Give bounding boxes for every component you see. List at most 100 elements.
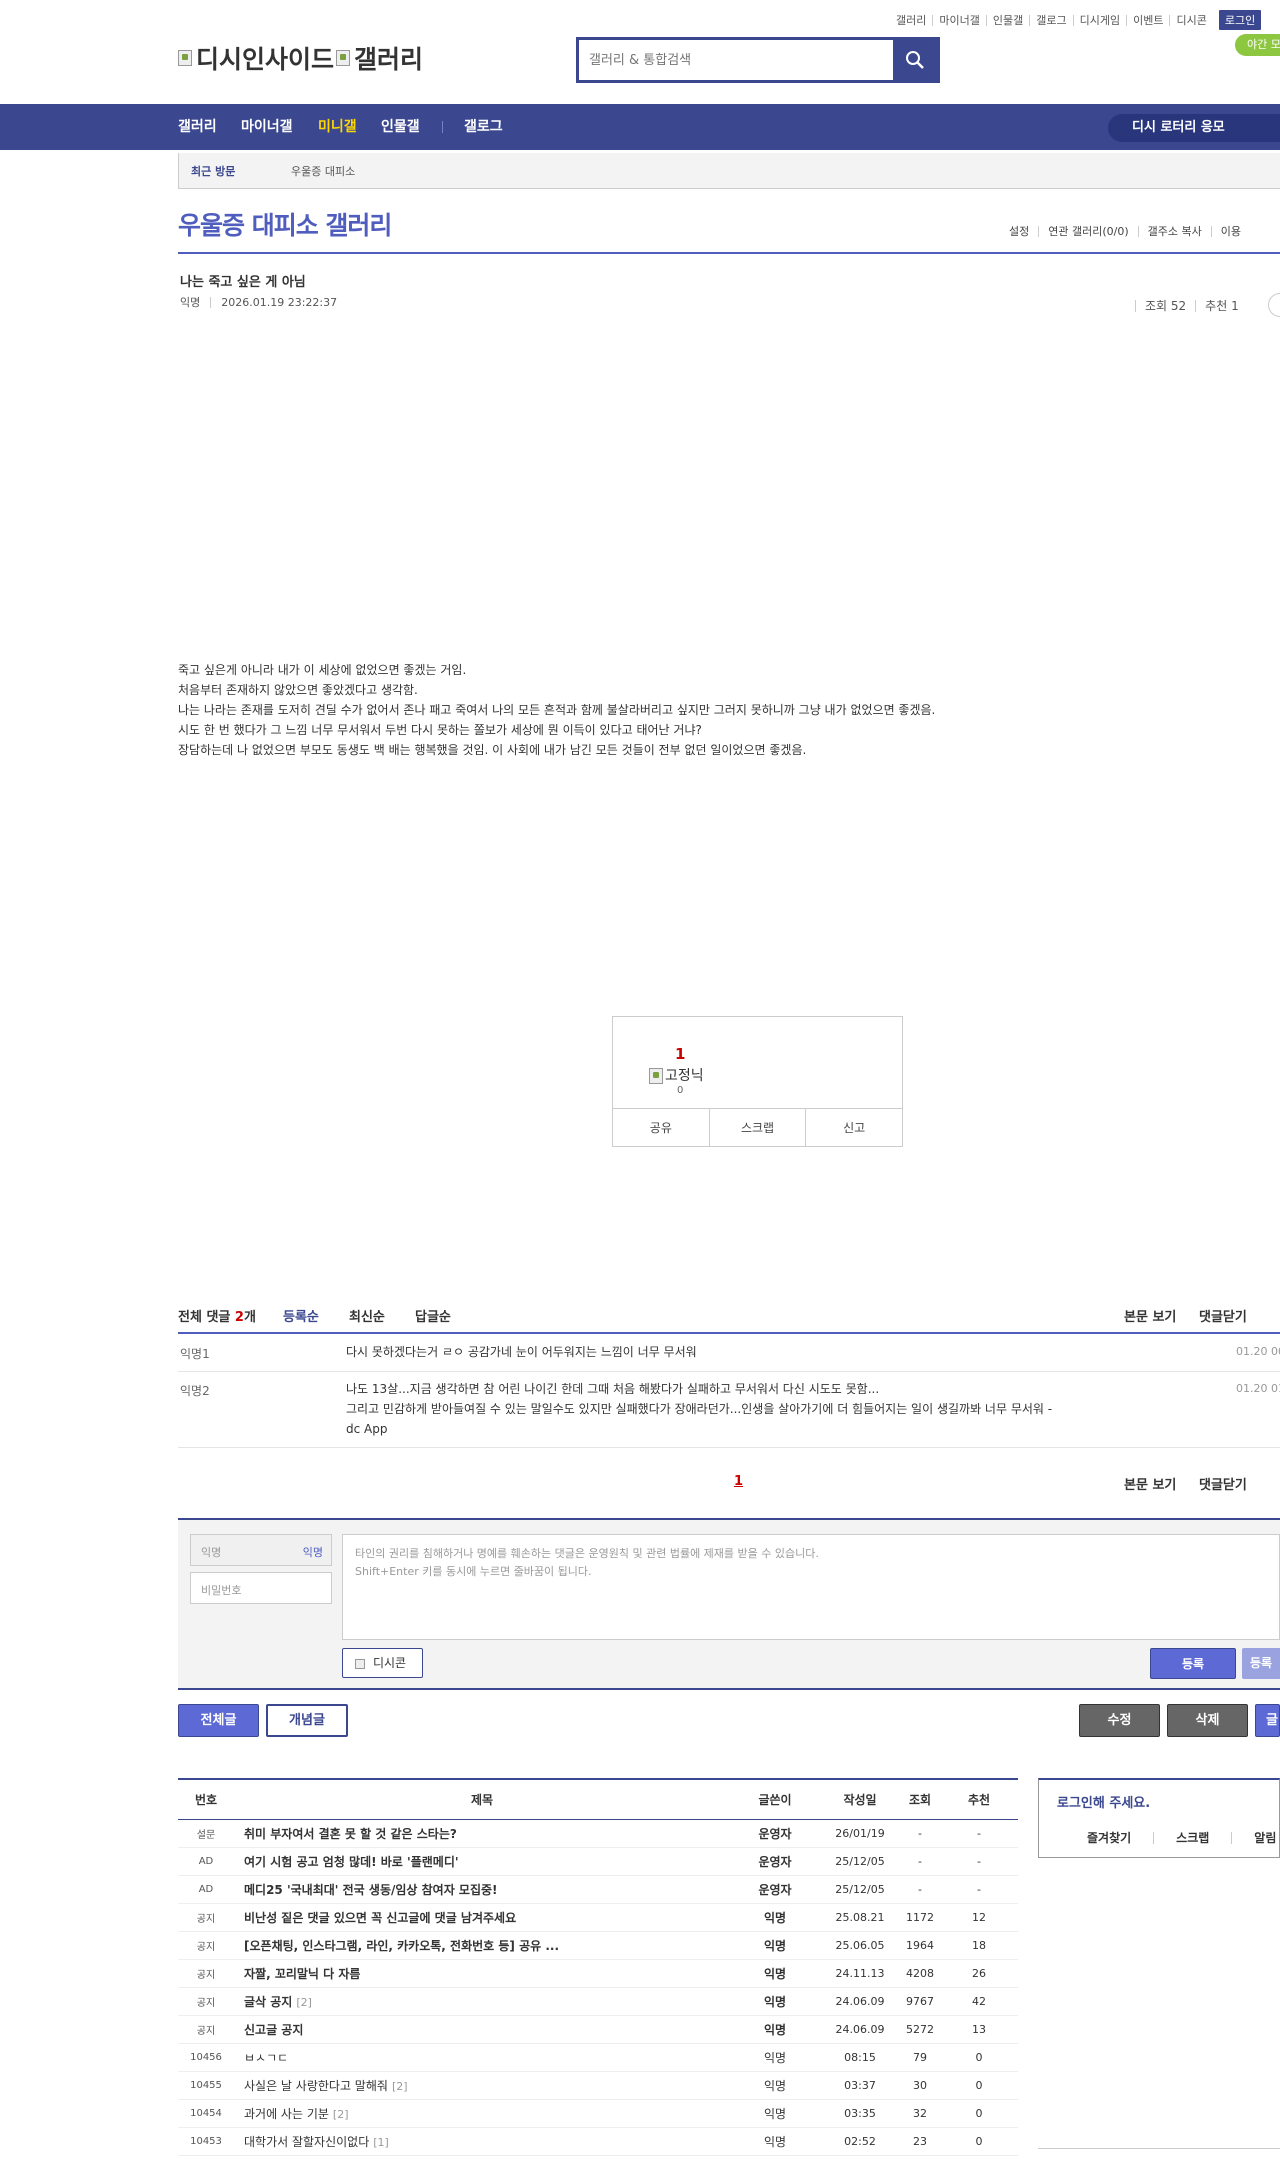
post-title-cell[interactable]: 메디25 '국내최대' 전국 생동/임상 참여자 모집중! (234, 1875, 730, 1904)
comment-textarea[interactable]: 타인의 권리를 침해하거나 명예를 훼손하는 댓글은 운영원칙 및 관련 법률에… (342, 1534, 1280, 1640)
favorites-link[interactable]: 즐겨찾기 (1087, 1832, 1153, 1844)
table-row[interactable]: 공지 신고글 공지 익명 24.06.09 5272 13 (178, 2015, 1018, 2044)
login-button[interactable]: 로그인 (1218, 10, 1262, 30)
sort-registered[interactable]: 등록순 (283, 1306, 319, 1325)
post-writer-cell[interactable]: 운영자 (730, 1875, 820, 1904)
share-button[interactable]: 공유 (613, 1109, 709, 1146)
related-gallery-link[interactable]: 연관 갤러리(0/0) (1038, 226, 1137, 237)
fixed-nick-recommend-button[interactable]: 고정닉 (649, 1065, 704, 1085)
night-mode-toggle[interactable]: 야간 모 (1235, 34, 1280, 56)
post-title-text[interactable]: 취미 부자여서 결혼 못 할 것 같은 스타는? (244, 1827, 457, 1841)
post-writer-cell[interactable]: 익명 (730, 1959, 820, 1988)
notifications-link[interactable]: 알림 (1231, 1832, 1280, 1844)
password-input[interactable]: 비밀번호 (190, 1572, 332, 1604)
nav-person-gallery[interactable]: 인물갤 (381, 104, 420, 150)
post-title-text[interactable]: 신고글 공지 (244, 2023, 303, 2037)
post-title-cell[interactable]: 자짤, 꼬리말닉 다 자름 (234, 1959, 730, 1988)
table-row[interactable]: 설문 취미 부자여서 결혼 못 할 것 같은 스타는? 운영자 26/01/19- - (178, 1819, 1018, 1848)
nav-minor-gallery[interactable]: 마이너갤 (241, 104, 293, 150)
close-comments-button[interactable]: 댓글닫기 (1199, 1474, 1247, 1493)
scrap-link[interactable]: 스크랩 (1153, 1832, 1231, 1844)
util-link-event[interactable]: 이벤트 (1126, 14, 1169, 26)
report-button[interactable]: 신고 (805, 1109, 902, 1146)
nav-gallog[interactable]: 갤로그 (464, 104, 503, 150)
comment-nick[interactable]: 익명1 (180, 1345, 210, 1362)
post-title-text[interactable]: 과거에 사는 기분 (244, 2107, 329, 2121)
table-row[interactable]: 공지 [오픈채팅, 인스타그램, 라인, 카카오톡, 전화번호 등] 공유 ...… (178, 1931, 1018, 1960)
table-row[interactable]: AD 여기 시험 공고 엄청 많데! 바로 '플랜메디' 운영자 25/12/05- - (178, 1847, 1018, 1876)
table-row[interactable]: 공지 자짤, 꼬리말닉 다 자름 익명 24.11.13 4208 26 (178, 1959, 1018, 1988)
post-writer-cell[interactable]: 익명 (730, 1987, 820, 2016)
recent-visit-label[interactable]: 최근 방문 (191, 163, 235, 179)
submit-comment-alt-button[interactable]: 등록 (1242, 1648, 1280, 1679)
sort-latest[interactable]: 최신순 (349, 1306, 385, 1325)
write-button[interactable]: 글 (1255, 1704, 1280, 1737)
post-title-text[interactable]: 글삭 공지 (244, 1995, 292, 2009)
post-writer-cell[interactable]: 익명 (730, 2099, 820, 2128)
post-title-text[interactable]: 여기 시험 공고 엄청 많데! 바로 '플랜메디' (244, 1855, 459, 1869)
post-title-cell[interactable]: 취미 부자여서 결혼 못 할 것 같은 스타는? (234, 1819, 730, 1848)
search-input[interactable] (589, 50, 889, 70)
copy-gallery-url-link[interactable]: 갤주소 복사 (1137, 226, 1211, 237)
post-title-cell[interactable]: 대학가서 잘할자신이없다 [1] (234, 2127, 730, 2156)
post-title-cell[interactable]: ㅂㅅㄱㄷ (234, 2043, 730, 2072)
post-writer-cell[interactable]: 운영자 (730, 1819, 820, 1848)
gallery-title[interactable]: 우울증 대피소 갤러리 (178, 206, 392, 242)
table-row[interactable]: 10454 과거에 사는 기분 [2] 익명 03:35 32 0 (178, 2099, 1018, 2128)
util-link-dccon[interactable]: 디시콘 (1169, 14, 1212, 26)
post-title-text[interactable]: 사실은 날 사랑한다고 말해줘 (244, 2079, 388, 2093)
table-row[interactable]: 공지 글삭 공지 [2] 익명 24.06.09 9767 42 (178, 1987, 1018, 2016)
sort-replies[interactable]: 답글순 (415, 1306, 451, 1325)
post-writer-cell[interactable]: 익명 (730, 2043, 820, 2072)
login-prompt[interactable]: 로그인해 주세요. (1057, 1792, 1150, 1811)
site-logo[interactable]: 디시인사이드 갤러리 (178, 40, 423, 76)
edit-button[interactable]: 수정 (1079, 1704, 1160, 1737)
nickname-input[interactable]: 익명 익명 (190, 1534, 332, 1566)
table-row[interactable]: 공지 비난성 짙은 댓글 있으면 꼭 신고글에 댓글 남겨주세요 익명 25.08.2… (178, 1903, 1018, 1932)
post-title-cell[interactable]: [오픈채팅, 인스타그램, 라인, 카카오톡, 전화번호 등] 공유 ... (234, 1931, 730, 1960)
reply-count[interactable]: [2] (392, 2080, 408, 2093)
view-body-button[interactable]: 본문 보기 (1124, 1306, 1176, 1325)
post-title-text[interactable]: 대학가서 잘할자신이없다 (244, 2135, 369, 2149)
post-title-cell[interactable]: 비난성 짙은 댓글 있으면 꼭 신고글에 댓글 남겨주세요 (234, 1903, 730, 1932)
gallery-settings-link[interactable]: 설정 (1000, 226, 1038, 237)
comment-page-1[interactable]: 1 (734, 1474, 743, 1489)
usage-link[interactable]: 이용 (1210, 226, 1250, 237)
comment-nick[interactable]: 익명2 (180, 1382, 210, 1399)
post-writer-cell[interactable]: 익명 (730, 1931, 820, 1960)
delete-button[interactable]: 삭제 (1167, 1704, 1248, 1737)
dccon-button[interactable]: 디시콘 (342, 1648, 423, 1678)
util-link-gallery[interactable]: 갤러리 (890, 15, 932, 26)
post-title-cell[interactable]: 과거에 사는 기분 [2] (234, 2099, 730, 2128)
view-body-button[interactable]: 본문 보기 (1124, 1474, 1176, 1493)
post-title-text[interactable]: ㅂㅅㄱㄷ (244, 2051, 288, 2065)
nav-gallery[interactable]: 갤러리 (178, 104, 217, 150)
reply-count[interactable]: [2] (333, 2108, 349, 2121)
nav-mini-gallery[interactable]: 미니갤 (318, 104, 357, 150)
table-row[interactable]: 10453 대학가서 잘할자신이없다 [1] 익명 02:52 23 0 (178, 2127, 1018, 2156)
post-title-cell[interactable]: 여기 시험 공고 엄청 많데! 바로 '플랜메디' (234, 1847, 730, 1876)
reply-count[interactable]: [1] (373, 2136, 389, 2149)
more-options-icon[interactable] (1268, 293, 1280, 317)
submit-comment-button[interactable]: 등록 (1150, 1648, 1236, 1679)
util-link-game[interactable]: 디시게임 (1072, 14, 1126, 26)
all-posts-button[interactable]: 전체글 (178, 1704, 259, 1737)
concept-posts-button[interactable]: 개념글 (266, 1704, 348, 1737)
post-writer-cell[interactable]: 익명 (730, 2015, 820, 2044)
util-link-minor[interactable]: 마이너갤 (932, 14, 985, 26)
util-link-gallog[interactable]: 갤로그 (1029, 14, 1072, 26)
post-title-text[interactable]: 메디25 '국내최대' 전국 생동/임상 참여자 모집중! (244, 1883, 498, 1897)
util-link-person[interactable]: 인물갤 (985, 14, 1029, 26)
search-button[interactable] (893, 40, 937, 80)
post-title-text[interactable]: 자짤, 꼬리말닉 다 자름 (244, 1967, 360, 1981)
post-title-cell[interactable]: 글삭 공지 [2] (234, 1987, 730, 2016)
lottery-button[interactable]: 디시 로터리 응모 (1108, 114, 1280, 142)
post-writer-cell[interactable]: 운영자 (730, 1847, 820, 1876)
post-title-cell[interactable]: 사실은 날 사랑한다고 말해줘 [2] (234, 2071, 730, 2100)
table-row[interactable]: AD 메디25 '국내최대' 전국 생동/임상 참여자 모집중! 운영자 25/12/… (178, 1875, 1018, 1904)
post-title-text[interactable]: 비난성 짙은 댓글 있으면 꼭 신고글에 댓글 남겨주세요 (244, 1911, 516, 1925)
post-writer-cell[interactable]: 익명 (730, 1903, 820, 1932)
scrap-button[interactable]: 스크랩 (708, 1109, 806, 1146)
table-row[interactable]: 10455 사실은 날 사랑한다고 말해줘 [2] 익명 03:37 30 0 (178, 2071, 1018, 2100)
post-title-cell[interactable]: 신고글 공지 (234, 2015, 730, 2044)
